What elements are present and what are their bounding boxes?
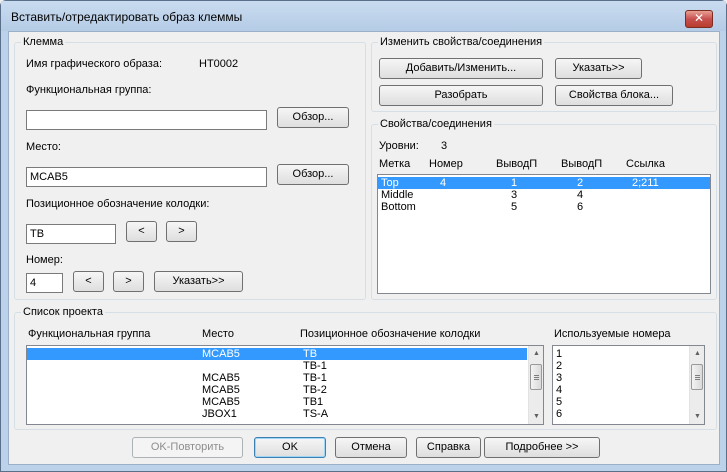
used-number-text: 4 [556, 384, 563, 396]
prop-cell: 6 [577, 201, 584, 213]
details-button[interactable]: Подробнее >> [484, 437, 600, 458]
prop-cell: Middle [381, 189, 414, 201]
project-cell: MCAB5 [202, 396, 240, 408]
project-cell: TB1 [303, 396, 324, 408]
project-list-title: Список проекта [21, 306, 105, 318]
function-group-input[interactable] [26, 110, 267, 130]
project-row[interactable]: MCAB5 TB1 [27, 396, 527, 408]
scroll-down-icon[interactable]: ▼ [690, 409, 704, 424]
project-list[interactable]: MCAB5 TB TB-1 MCAB5 TB-1 MCAB5 TB-2 MCAB… [26, 345, 544, 425]
ok-repeat-button[interactable]: OK-Повторить [132, 437, 243, 458]
modify-pick-button[interactable]: Указать>> [555, 58, 642, 79]
project-cell: TB [303, 348, 318, 360]
location-browse-button[interactable]: Обзор... [277, 164, 349, 185]
help-button[interactable]: Справка [416, 437, 481, 458]
project-cell: TB-1 [303, 360, 327, 372]
block-position-prev-button[interactable]: < [126, 221, 157, 242]
properties-row[interactable]: Bottom 5 6 [378, 201, 710, 213]
prop-cell: 4 [440, 177, 447, 189]
project-header-location: Место [202, 328, 234, 340]
used-numbers-header: Используемые номера [554, 328, 671, 340]
scroll-up-icon[interactable]: ▲ [690, 346, 704, 361]
properties-list[interactable]: Top 4 1 2 2;211 Middle 3 4 Bottom 5 6 [377, 174, 711, 294]
title-bar[interactable]: Вставить/отредактировать образ клеммы ✕ [1, 1, 726, 31]
prop-cell: 5 [511, 201, 518, 213]
props-header-number: Номер [429, 158, 463, 170]
scroll-thumb[interactable] [691, 364, 703, 390]
number-next-button[interactable]: > [113, 271, 144, 292]
block-properties-button[interactable]: Свойства блока... [555, 85, 673, 106]
project-list-scrollbar[interactable]: ▲ ▼ [528, 346, 543, 424]
function-group-label: Функциональная группа: [26, 84, 152, 96]
prop-cell: Bottom [381, 201, 416, 213]
prop-cell: 4 [577, 189, 584, 201]
graphic-name-value: HT0002 [199, 58, 239, 70]
number-label: Номер: [26, 254, 63, 266]
scroll-up-icon[interactable]: ▲ [529, 346, 543, 361]
used-number-text: 6 [556, 408, 563, 420]
properties-row[interactable]: Top 4 1 2 2;211 [378, 177, 710, 189]
location-label: Место: [26, 141, 61, 153]
scroll-thumb[interactable] [530, 364, 542, 390]
props-header-pin-1: ВыводП [496, 158, 538, 170]
add-edit-button[interactable]: Добавить/Изменить... [379, 58, 543, 79]
terminal-group-title: Клемма [21, 36, 66, 48]
block-position-input[interactable]: TB [26, 224, 116, 244]
project-cell: JBOX1 [202, 408, 237, 420]
prop-cell: 1 [511, 177, 518, 189]
project-cell: TB-2 [303, 384, 327, 396]
used-number-text: 5 [556, 396, 563, 408]
scroll-down-icon[interactable]: ▼ [529, 409, 543, 424]
used-number-text: 2 [556, 360, 563, 372]
project-row[interactable]: MCAB5 TB-2 [27, 384, 527, 396]
used-numbers-scrollbar[interactable]: ▲ ▼ [689, 346, 704, 424]
block-position-label: Позиционное обозначение колодки: [26, 198, 210, 210]
properties-group-title: Свойства/соединения [378, 118, 494, 130]
graphic-name-label: Имя графического образа: [26, 58, 163, 70]
props-header-reference: Ссылка [626, 158, 665, 170]
levels-label: Уровни: [379, 140, 419, 152]
props-header-pin-2: ВыводП [561, 158, 603, 170]
project-cell: TS-A [303, 408, 329, 420]
ok-button[interactable]: OK [254, 437, 326, 458]
props-header-tag: Метка [379, 158, 411, 170]
used-numbers-list[interactable]: 1 2 3 4 5 6 ▲ ▼ [552, 345, 705, 425]
prop-cell: 3 [511, 189, 518, 201]
cancel-button[interactable]: Отмена [335, 437, 407, 458]
explode-button[interactable]: Разобрать [379, 85, 543, 106]
number-pick-button[interactable]: Указать>> [154, 271, 243, 292]
number-prev-button[interactable]: < [73, 271, 104, 292]
block-position-next-button[interactable]: > [166, 221, 197, 242]
dialog-window: Вставить/отредактировать образ клеммы ✕ … [0, 0, 727, 472]
prop-cell: 2 [577, 177, 584, 189]
window-title: Вставить/отредактировать образ клеммы [11, 10, 243, 24]
project-cell: MCAB5 [202, 372, 240, 384]
function-group-browse-button[interactable]: Обзор... [277, 107, 349, 128]
dialog-body: Клемма Имя графического образа: HT0002 Ф… [8, 31, 720, 465]
project-cell: TB-1 [303, 372, 327, 384]
properties-row[interactable]: Middle 3 4 [378, 189, 710, 201]
levels-value: 3 [441, 140, 448, 152]
close-icon[interactable]: ✕ [685, 10, 713, 28]
project-header-block-position: Позиционное обозначение колодки [300, 328, 481, 340]
project-row[interactable]: TB-1 [27, 360, 527, 372]
project-header-function-group: Функциональная группа [28, 328, 151, 340]
project-cell: MCAB5 [202, 384, 240, 396]
number-input[interactable]: 4 [26, 273, 63, 293]
used-number-text: 3 [556, 372, 563, 384]
modify-group-title: Изменить свойства/соединения [378, 36, 545, 48]
prop-cell: 2;211 [632, 177, 659, 189]
used-number-text: 1 [556, 348, 563, 360]
project-cell: MCAB5 [202, 348, 240, 360]
location-input[interactable]: MCAB5 [26, 167, 267, 187]
project-row[interactable]: MCAB5 TB-1 [27, 372, 527, 384]
project-row[interactable]: JBOX1 TS-A [27, 408, 527, 420]
prop-cell: Top [381, 177, 399, 189]
project-row[interactable]: MCAB5 TB [27, 348, 527, 360]
